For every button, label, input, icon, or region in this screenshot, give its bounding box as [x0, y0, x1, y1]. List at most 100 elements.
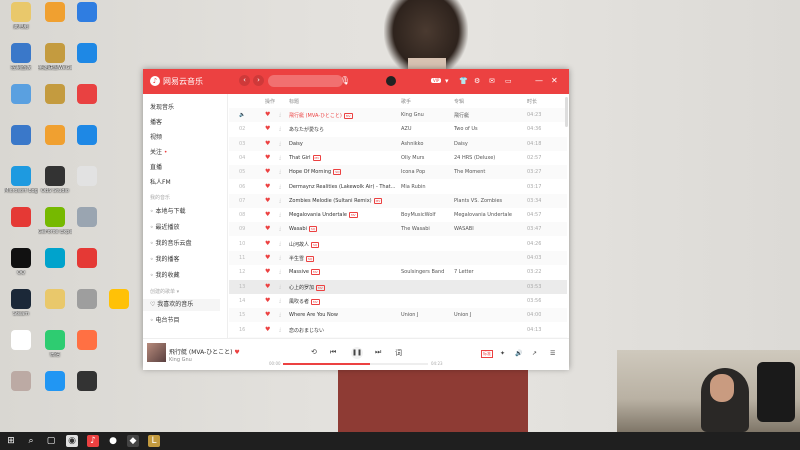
heart-icon[interactable]: ♥: [265, 125, 270, 132]
track-title[interactable]: Hope Of Morning SQ: [289, 169, 397, 176]
sidebar-item[interactable]: ◦ 本地与下载: [150, 206, 185, 215]
album-cover[interactable]: [147, 343, 166, 362]
desktop-icon[interactable]: 控制面板: [4, 43, 38, 83]
track-tag[interactable]: MV: [311, 269, 320, 276]
download-icon[interactable]: ⤓: [279, 155, 281, 161]
track-tag[interactable]: MV: [343, 113, 353, 119]
desktop-icon[interactable]: [4, 84, 38, 124]
desktop-icon[interactable]: [70, 330, 104, 370]
track-row[interactable]: 11 ♥ ⤓ 半生雪 SQ 04:03: [229, 251, 567, 265]
col-album-header[interactable]: 专辑: [454, 98, 464, 105]
track-artist[interactable]: Union J: [401, 312, 451, 318]
track-title[interactable]: Daisy: [289, 141, 397, 147]
download-icon[interactable]: ⤓: [279, 141, 281, 147]
track-artist[interactable]: Soulsingers Band: [401, 269, 451, 275]
sidebar-item[interactable]: ◦ 我的音乐云盘: [150, 238, 191, 247]
track-album[interactable]: 24 HRS (Deluxe): [454, 155, 524, 161]
task-view-icon[interactable]: ▢: [45, 435, 57, 447]
download-icon[interactable]: ⤓: [279, 169, 281, 175]
track-tag[interactable]: SQ: [311, 241, 320, 248]
chrome-icon[interactable]: ◉: [66, 435, 78, 447]
sound-effect-icon[interactable]: ✦: [500, 350, 505, 357]
track-album[interactable]: Two of Us: [454, 126, 524, 132]
track-row[interactable]: 10 ♥ ⤓ 山河故人 SQ 04:26: [229, 237, 567, 251]
track-row[interactable]: 14 ♥ ⤓ 風吹る者 MV 03:56: [229, 294, 567, 308]
heart-icon[interactable]: ♥: [265, 326, 270, 333]
track-row[interactable]: 09 ♥ ⤓ Wasabi SQ The Wasabi WASABI 03:47: [229, 222, 567, 237]
back-button[interactable]: ‹: [239, 75, 250, 86]
download-icon[interactable]: ⤓: [279, 112, 281, 118]
obs-icon[interactable]: ●: [107, 435, 119, 447]
gear-icon[interactable]: ⚙: [474, 77, 480, 85]
download-icon[interactable]: ⤓: [279, 327, 281, 333]
track-tag[interactable]: SQ: [308, 226, 318, 233]
windows-start-icon[interactable]: ⊞: [5, 435, 17, 447]
track-artist[interactable]: AZU: [401, 126, 451, 132]
skin-icon[interactable]: 👕: [459, 77, 468, 85]
heart-icon[interactable]: ♥: [265, 297, 270, 304]
playlist-icon[interactable]: ☰: [550, 350, 555, 357]
progress-bar[interactable]: [283, 363, 428, 365]
heart-icon[interactable]: ♥: [234, 349, 239, 356]
sidebar-section-title[interactable]: 创建的歌单 ▾: [150, 288, 179, 295]
track-title[interactable]: あなたが愛なら: [289, 126, 397, 133]
track-album[interactable]: Megalovania Undertale: [454, 212, 524, 218]
track-title[interactable]: That Girl MV: [289, 154, 397, 161]
track-album[interactable]: 7 Letter: [454, 269, 524, 275]
track-artist[interactable]: BoyMusicWolf: [401, 212, 451, 218]
search-icon[interactable]: ⌕: [25, 435, 37, 447]
track-artist[interactable]: Icona Pop: [401, 169, 451, 175]
download-icon[interactable]: ⤓: [279, 184, 281, 190]
track-title[interactable]: Wasabi SQ: [289, 226, 397, 233]
track-row[interactable]: 02 ♥ ⤓ あなたが愛なら AZU Two of Us 04:36: [229, 122, 567, 136]
track-artist[interactable]: Ashnikko: [401, 141, 451, 147]
desktop-icon[interactable]: [38, 248, 72, 288]
sidebar-item[interactable]: 播客: [150, 117, 162, 126]
share-icon[interactable]: ↗: [532, 350, 537, 357]
col-action-header[interactable]: 操作: [265, 98, 275, 105]
sidebar-playlist[interactable]: ♡ 我喜欢的音乐: [143, 299, 220, 311]
download-icon[interactable]: ⤓: [279, 269, 281, 275]
track-row[interactable]: 15 ♥ ⤓ Where Are You Now Union J Union J 04:00: [229, 308, 567, 323]
desktop-icon[interactable]: Microsoft Edge: [4, 166, 38, 206]
download-icon[interactable]: ⤓: [279, 298, 281, 304]
track-title[interactable]: Dermaynz Realities (Lakewolk Air) - That…: [289, 184, 397, 190]
desktop-icon[interactable]: Steam: [4, 289, 38, 329]
heart-icon[interactable]: ♥: [265, 240, 270, 247]
desktop-icon[interactable]: QQ: [4, 248, 38, 288]
sidebar-item[interactable]: ◦ 我的收藏: [150, 270, 179, 279]
forward-button[interactable]: ›: [253, 75, 264, 86]
track-tag[interactable]: MV: [311, 298, 320, 305]
col-title-header[interactable]: 标题: [289, 98, 299, 105]
previous-icon[interactable]: ⏮: [330, 348, 336, 357]
desktop-icon[interactable]: [38, 2, 72, 42]
mail-icon[interactable]: ✉: [489, 77, 495, 85]
heart-icon[interactable]: ♥: [265, 225, 270, 232]
desktop-icon[interactable]: [70, 371, 104, 411]
col-duration-header[interactable]: 时长: [527, 98, 537, 105]
track-tag[interactable]: SQ: [306, 256, 315, 262]
sidebar-item[interactable]: 视频: [150, 132, 162, 141]
download-icon[interactable]: ⤓: [279, 241, 281, 247]
microphone-icon[interactable]: 🎙: [340, 76, 350, 85]
track-title[interactable]: 風吹る者 MV: [289, 298, 397, 305]
desktop-icon[interactable]: [70, 43, 104, 83]
desktop-icon[interactable]: [38, 125, 72, 165]
minimize-button[interactable]: —: [535, 76, 543, 85]
track-album[interactable]: The Moment: [454, 169, 524, 175]
download-icon[interactable]: ⤓: [279, 284, 281, 290]
track-row[interactable]: 04 ♥ ⤓ That Girl MV Olly Murs 24 HRS (Deluxe) 0…: [229, 151, 567, 165]
download-icon[interactable]: ⤓: [279, 212, 281, 218]
heart-icon[interactable]: ♥: [265, 197, 270, 204]
track-tag[interactable]: SQ: [333, 169, 342, 176]
track-title[interactable]: 半生雪 SQ: [289, 255, 397, 262]
sidebar-item[interactable]: 发现音乐: [150, 102, 174, 111]
vip-badge[interactable]: VIP: [431, 78, 442, 83]
next-icon[interactable]: ⏭: [375, 348, 381, 357]
track-album[interactable]: Union J: [454, 312, 524, 318]
desktop-icon[interactable]: [4, 330, 38, 370]
desktop-icon[interactable]: [70, 289, 104, 329]
track-artist[interactable]: Olly Murs: [401, 155, 451, 161]
search-input[interactable]: [268, 75, 343, 87]
desktop-icon[interactable]: [38, 289, 72, 329]
